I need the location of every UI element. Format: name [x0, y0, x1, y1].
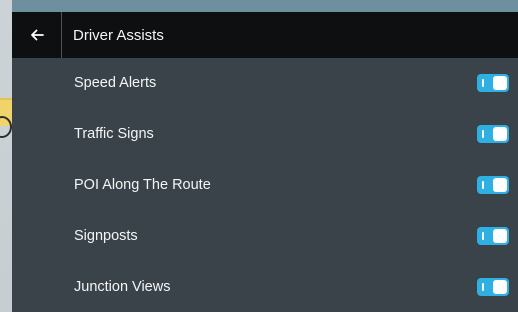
- map-background-top: [0, 0, 518, 12]
- map-background-left: [0, 0, 12, 312]
- toggle-knob: [493, 127, 507, 141]
- toggle-on-indicator: [482, 130, 484, 138]
- speed-alerts-toggle[interactable]: [477, 74, 509, 92]
- traffic-signs-toggle[interactable]: [477, 125, 509, 143]
- setting-label: POI Along The Route: [74, 177, 211, 193]
- setting-row-junction-views[interactable]: Junction Views: [12, 262, 518, 312]
- toggle-on-indicator: [482, 79, 484, 87]
- toggle-knob: [493, 178, 507, 192]
- setting-row-signposts[interactable]: Signposts: [12, 211, 518, 261]
- page-title: Driver Assists: [73, 26, 164, 44]
- toggle-on-indicator: [482, 181, 484, 189]
- poi-along-route-toggle[interactable]: [477, 176, 509, 194]
- toggle-on-indicator: [482, 232, 484, 240]
- driver-assists-panel: Driver Assists Speed Alerts Traffic Sign…: [12, 12, 518, 312]
- setting-row-traffic-signs[interactable]: Traffic Signs: [12, 109, 518, 159]
- setting-label: Speed Alerts: [74, 75, 157, 91]
- setting-row-poi-along-route[interactable]: POI Along The Route: [12, 160, 518, 210]
- arrow-left-icon: [30, 29, 44, 41]
- toggle-knob: [493, 280, 507, 294]
- signposts-toggle[interactable]: [477, 227, 509, 245]
- toggle-on-indicator: [482, 283, 484, 291]
- junction-views-toggle[interactable]: [477, 278, 509, 296]
- setting-label: Signposts: [74, 228, 138, 244]
- panel-header: Driver Assists: [12, 12, 518, 58]
- toggle-knob: [493, 229, 507, 243]
- toggle-knob: [493, 76, 507, 90]
- setting-label: Junction Views: [74, 279, 171, 295]
- setting-label: Traffic Signs: [74, 126, 154, 142]
- setting-row-speed-alerts[interactable]: Speed Alerts: [12, 58, 518, 108]
- back-button[interactable]: [12, 12, 62, 58]
